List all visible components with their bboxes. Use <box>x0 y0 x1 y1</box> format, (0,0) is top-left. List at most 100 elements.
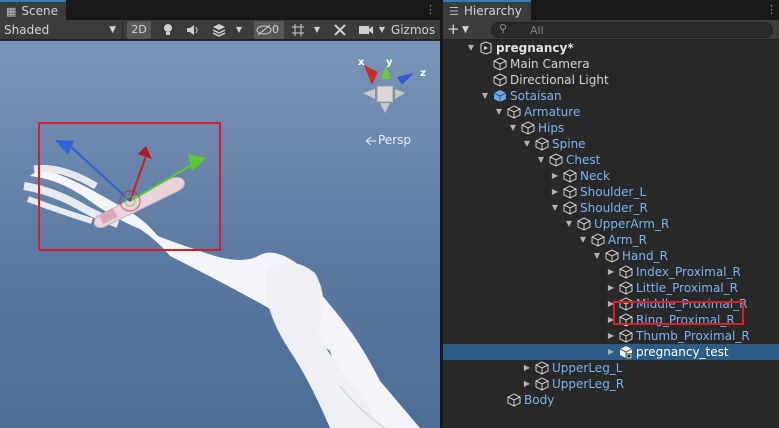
expand-arrow-down-icon[interactable]: ▼ <box>480 88 490 104</box>
gameobject-cube-icon <box>563 185 577 199</box>
expand-arrow-down-icon[interactable]: ▼ <box>466 40 476 56</box>
expand-arrow-down-icon[interactable]: ▼ <box>550 200 560 216</box>
tree-row-label: Body <box>524 393 555 407</box>
gameobject-cube-icon <box>563 201 577 215</box>
expand-arrow-down-icon[interactable]: ▼ <box>592 248 602 264</box>
scene-panel: ▦ Scene ⋮ Shaded ▼ 2D ▼ 0 ▼ ▼ Gizmos x y… <box>0 0 440 428</box>
tree-row-label: Arm_R <box>608 233 647 247</box>
tree-row-label: Hips <box>538 121 565 135</box>
hierarchy-kebab-icon[interactable]: ⋮ <box>766 3 777 17</box>
expand-arrow-right-icon[interactable]: ▶ <box>606 344 616 360</box>
hierarchy-search[interactable]: ⚲ <box>491 22 773 38</box>
expand-arrow-down-icon[interactable]: ▼ <box>536 152 546 168</box>
expand-arrow-right-icon[interactable]: ▶ <box>550 168 560 184</box>
hidden-objects-toggle[interactable]: 0 <box>254 21 284 39</box>
visibility-icon <box>256 24 272 36</box>
tree-row[interactable]: ▼ Shoulder_R <box>443 200 779 216</box>
tree-row[interactable]: Directional Light <box>443 72 779 88</box>
tree-row[interactable]: ▼ Spine <box>443 136 779 152</box>
tree-row-label: Main Camera <box>510 57 590 71</box>
tree-row[interactable]: Body <box>443 392 779 408</box>
tree-row-label: UpperLeg_R <box>552 377 625 391</box>
gameobject-cube-icon <box>619 265 633 279</box>
create-button[interactable]: + ▼ <box>447 21 475 39</box>
tree-row[interactable]: ▼ pregnancy* <box>443 40 779 56</box>
expand-arrow-down-icon[interactable]: ▼ <box>522 136 532 152</box>
orientation-gizmo[interactable] <box>363 65 414 113</box>
tree-row-label: pregnancy_test <box>636 345 729 359</box>
tree-row-label: Thumb_Proximal_R <box>636 329 750 343</box>
tree-row[interactable]: ▶ UpperLeg_L <box>443 360 779 376</box>
tree-row[interactable]: ▶ Little_Proximal_R <box>443 280 779 296</box>
expand-arrow-down-icon[interactable]: ▼ <box>564 216 574 232</box>
unity-scene-icon <box>479 41 493 55</box>
scene-viewport[interactable]: x y z Persp <box>0 41 440 428</box>
tree-row[interactable]: ▼ Hips <box>443 120 779 136</box>
toggle-2d-button[interactable]: 2D <box>127 21 151 39</box>
search-input[interactable] <box>530 23 760 37</box>
gameobject-cube-icon <box>493 57 507 71</box>
gameobject-cube-icon <box>605 249 619 263</box>
tree-row[interactable]: ▶ UpperLeg_R <box>443 376 779 392</box>
camera-icon[interactable] <box>356 21 376 39</box>
plus-icon: + <box>447 20 460 38</box>
tree-row-label: Hand_R <box>622 249 668 263</box>
tree-row[interactable]: ▼ UpperArm_R <box>443 216 779 232</box>
tree-row[interactable]: ▼ Chest <box>443 152 779 168</box>
audio-icon[interactable] <box>182 21 204 39</box>
expand-arrow-down-icon[interactable]: ▼ <box>494 104 504 120</box>
tree-row[interactable]: ▶ Neck <box>443 168 779 184</box>
light-icon[interactable] <box>158 21 178 39</box>
expand-arrow-right-icon[interactable]: ▶ <box>550 184 560 200</box>
shading-mode-label: Shaded <box>4 23 50 37</box>
expand-arrow-right-icon[interactable]: ▶ <box>522 376 532 392</box>
tree-row[interactable]: Main Camera <box>443 56 779 72</box>
gameobject-cube-icon <box>591 233 605 247</box>
gameobject-cube-icon <box>549 153 563 167</box>
expand-arrow-right-icon[interactable]: ▶ <box>606 280 616 296</box>
grid-dropdown-chevron-icon[interactable]: ▼ <box>310 21 324 39</box>
tree-row[interactable]: ▼ Armature <box>443 104 779 120</box>
grid-snap-icon[interactable] <box>288 21 308 39</box>
tree-row[interactable]: ▼ Sotaisan <box>443 88 779 104</box>
kebab-icon[interactable]: ⋮ <box>425 3 436 17</box>
tree-row[interactable]: ▼ Hand_R <box>443 248 779 264</box>
tab-scene[interactable]: ▦ Scene <box>0 0 66 20</box>
camera-dropdown-chevron-icon[interactable]: ▼ <box>376 21 388 39</box>
tree-row[interactable]: ▶ pregnancy_test <box>443 344 779 360</box>
persp-toggle[interactable]: Persp <box>378 133 411 147</box>
expand-arrow-right-icon[interactable]: ▶ <box>606 264 616 280</box>
expand-arrow-right-icon[interactable]: ▶ <box>522 360 532 376</box>
tree-row[interactable]: ▼ Arm_R <box>443 232 779 248</box>
hierarchy-panel: ☰ Hierarchy ⋮ +▼ ⚲ ▼pregnancy*Main Camer… <box>443 0 779 428</box>
gameobject-cube-icon <box>521 121 535 135</box>
gameobject-cube-icon <box>507 393 521 407</box>
tree-row[interactable]: ▶ Index_Proximal_R <box>443 264 779 280</box>
gameobject-cube-icon <box>577 217 591 231</box>
tab-hierarchy[interactable]: ☰ Hierarchy <box>443 0 531 20</box>
prefab-icon <box>493 89 507 103</box>
effects-icon[interactable] <box>208 21 230 39</box>
expand-arrow-down-icon[interactable]: ▼ <box>578 232 588 248</box>
gizmos-button[interactable]: Gizmos <box>390 21 436 39</box>
axis-x-label: x <box>358 57 365 68</box>
effects-dropdown-chevron-icon[interactable]: ▼ <box>232 21 246 39</box>
gameobject-cube-icon <box>619 345 633 359</box>
tree-row-label: Chest <box>566 153 601 167</box>
scene-annotation-box <box>38 122 221 251</box>
axis-z-label: z <box>420 68 426 79</box>
tree-row[interactable]: ▶ Shoulder_L <box>443 184 779 200</box>
hierarchy-annotation-box <box>613 301 744 325</box>
gameobject-cube-icon <box>535 361 549 375</box>
tree-row-label: Little_Proximal_R <box>636 281 738 295</box>
expand-arrow-right-icon[interactable]: ▶ <box>606 328 616 344</box>
expand-arrow-down-icon[interactable]: ▼ <box>508 120 518 136</box>
unity-editor: ▦ Scene ⋮ Shaded ▼ 2D ▼ 0 ▼ ▼ Gizmos x y… <box>0 0 779 428</box>
tab-hierarchy-label: Hierarchy <box>463 4 522 18</box>
chevron-down-icon: ▼ <box>462 25 469 35</box>
gameobject-cube-icon <box>619 329 633 343</box>
tree-row[interactable]: ▶ Thumb_Proximal_R <box>443 328 779 344</box>
tree-row-label: UpperLeg_L <box>552 361 623 375</box>
shading-mode-dropdown[interactable]: Shaded ▼ <box>2 20 120 40</box>
tools-icon[interactable] <box>330 21 350 39</box>
